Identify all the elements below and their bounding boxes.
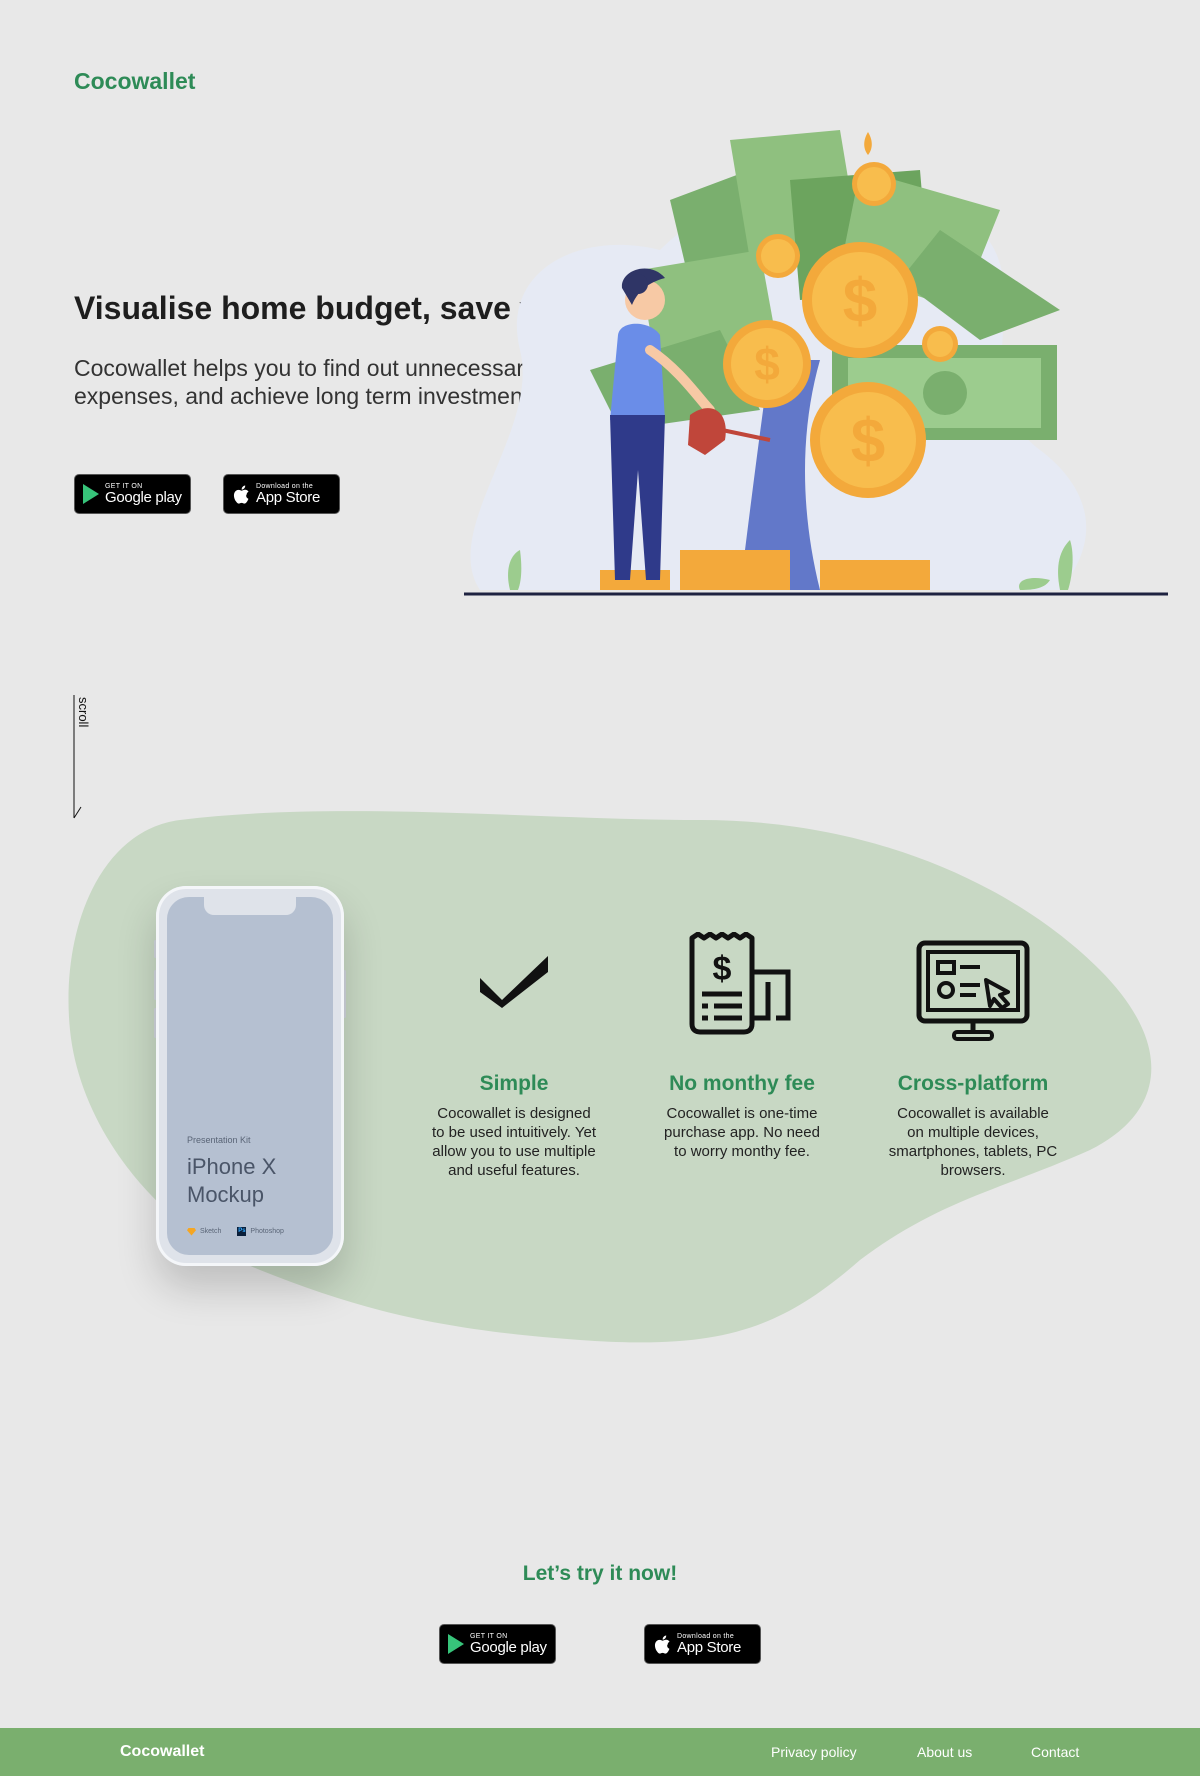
cta-title: Let’s try it now! xyxy=(522,1562,678,1585)
cta-google-play-button[interactable]: GET IT ON Google play xyxy=(439,1624,556,1664)
photoshop-icon: Ps xyxy=(237,1227,247,1236)
checkmark-icon xyxy=(480,956,548,1008)
app-store-button[interactable]: Download on the App Store xyxy=(223,474,340,514)
svg-text:$: $ xyxy=(754,338,780,390)
google-play-icon xyxy=(448,1634,464,1654)
app-store-label: App Store xyxy=(677,1639,742,1656)
apple-icon xyxy=(233,485,249,504)
feature-description: Cocowallet is available on multiple devi… xyxy=(888,1105,1058,1179)
svg-text:$: $ xyxy=(843,267,877,336)
google-play-label: Google play xyxy=(470,1639,547,1656)
feature-title: Cross-platform xyxy=(897,1072,1049,1095)
phone-screen: Presentation Kit iPhone X Mockup Sketch … xyxy=(167,897,333,1255)
google-play-label: Google play xyxy=(105,489,182,506)
monitor-icon xyxy=(916,940,1030,1041)
feature-title: No monthy fee xyxy=(669,1072,815,1095)
cta-app-store-button[interactable]: Download on the App Store xyxy=(644,1624,761,1664)
phone-mockup: Presentation Kit iPhone X Mockup Sketch … xyxy=(154,886,346,1266)
apple-icon xyxy=(654,1635,670,1654)
phone-kit-label: Presentation Kit xyxy=(187,1135,251,1145)
feature-description: Cocowallet is one-time purchase app. No … xyxy=(664,1105,820,1160)
brand-logo[interactable]: Cocowallet xyxy=(74,68,195,95)
phone-notch xyxy=(204,897,296,915)
receipt-icon: $ xyxy=(689,932,791,1035)
feature-description: Cocowallet is designed to be used intuit… xyxy=(431,1105,596,1179)
footer-link-contact[interactable]: Contact xyxy=(1031,1744,1079,1760)
scroll-arrow-icon[interactable] xyxy=(73,695,93,820)
footer-link-about-us[interactable]: About us xyxy=(917,1744,972,1760)
app-store-label: App Store xyxy=(256,489,321,506)
footer-brand[interactable]: Cocowallet xyxy=(120,1743,204,1761)
svg-text:$: $ xyxy=(851,407,885,476)
feature-title: Simple xyxy=(479,1072,549,1095)
sketch-icon xyxy=(187,1227,196,1236)
footer-link-privacy-policy[interactable]: Privacy policy xyxy=(771,1744,857,1760)
tool-label: Photoshop xyxy=(250,1228,284,1235)
svg-text:$: $ xyxy=(713,950,732,988)
tool-label: Sketch xyxy=(200,1228,222,1235)
google-play-button[interactable]: GET IT ON Google play xyxy=(74,474,191,514)
google-play-icon xyxy=(83,484,99,504)
footer: Cocowallet Privacy policy About us Conta… xyxy=(0,1728,1200,1776)
money-tree-illustration: $ $ $ xyxy=(464,130,1168,596)
phone-model-label: iPhone X Mockup xyxy=(187,1154,277,1207)
